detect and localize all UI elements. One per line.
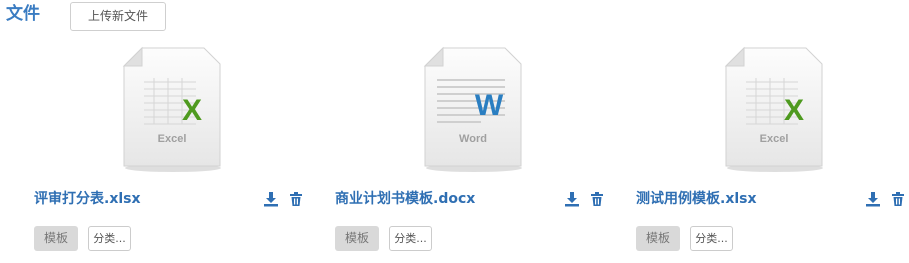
file-name-link[interactable]: 评审打分表.xlsx — [34, 189, 141, 209]
file-name-link[interactable]: 测试用例模板.xlsx — [636, 189, 757, 209]
upload-file-button[interactable]: 上传新文件 — [70, 2, 166, 31]
download-icon[interactable] — [564, 191, 580, 207]
file-type-label: Excel — [158, 133, 187, 145]
file-type-label: Word — [459, 133, 487, 145]
category-button[interactable]: 分类... — [389, 226, 432, 251]
trash-icon[interactable] — [589, 191, 605, 207]
file-card: W Word 商业计划书模板.docx 模板 分类... — [335, 44, 625, 259]
page-title: 文件 — [6, 4, 40, 24]
file-type-label: Excel — [760, 133, 789, 145]
trash-icon[interactable] — [288, 191, 304, 207]
file-type-letter: X — [182, 94, 202, 127]
file-card: X Excel 评审打分表.xlsx 模板 分类... — [34, 44, 324, 259]
category-button[interactable]: 分类... — [88, 226, 131, 251]
category-button[interactable]: 分类... — [690, 226, 733, 251]
file-card: X Excel 测试用例模板.xlsx 模板 分类... — [636, 44, 909, 259]
excel-file-icon[interactable]: X Excel — [722, 44, 828, 174]
template-tag[interactable]: 模板 — [34, 226, 78, 251]
file-type-letter: X — [784, 94, 804, 127]
download-icon[interactable] — [865, 191, 881, 207]
excel-file-icon[interactable]: X Excel — [120, 44, 226, 174]
file-type-letter: W — [475, 89, 504, 122]
download-icon[interactable] — [263, 191, 279, 207]
file-name-link[interactable]: 商业计划书模板.docx — [335, 189, 475, 209]
template-tag[interactable]: 模板 — [335, 226, 379, 251]
file-panel: 文件 上传新文件 X Excel 评审打分表.xlsx 模板 分类... W W… — [0, 0, 909, 263]
trash-icon[interactable] — [890, 191, 906, 207]
template-tag[interactable]: 模板 — [636, 226, 680, 251]
word-file-icon[interactable]: W Word — [421, 44, 527, 174]
